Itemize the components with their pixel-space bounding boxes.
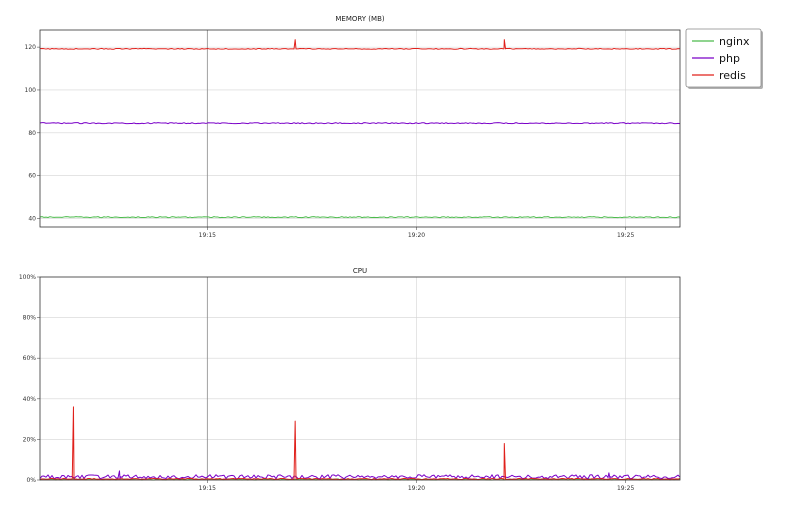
memory-y-tick-label: 120 <box>25 44 37 51</box>
memory-x-tick-label: 19:25 <box>617 232 634 239</box>
legend-label-nginx: nginx <box>719 35 750 48</box>
cpu-title: CPU <box>353 267 367 275</box>
memory-series-php <box>39 122 681 125</box>
memory-series-redis <box>39 39 681 50</box>
cpu-plot-frame <box>39 276 681 481</box>
cpu-y-tick-label: 40% <box>23 396 37 403</box>
memory-x-tick-label: 19:20 <box>408 232 425 239</box>
cpu-y-tick-label: 0% <box>26 477 36 484</box>
cpu-y-tick-label: 60% <box>23 355 37 362</box>
memory-y-tick-label: 40 <box>28 215 36 222</box>
legend-label-redis: redis <box>719 69 746 82</box>
memory-y-tick-label: 60 <box>28 173 36 180</box>
legend-label-php: php <box>719 52 740 65</box>
memory-series-nginx <box>39 216 681 219</box>
cpu-series-php <box>39 470 681 480</box>
memory-y-tick-label: 100 <box>25 87 37 94</box>
cpu-chart: CPU 0% 20% 40% 60% 80% 100% 19:15 19:20 19:25 <box>19 267 681 492</box>
memory-chart: MEMORY (MB) 40 60 80 100 120 19:15 19:20 19:25 <box>25 15 681 239</box>
memory-x-tick-label: 19:15 <box>199 232 216 239</box>
memory-y-tick-label: 80 <box>28 130 36 137</box>
cpu-y-tick-label: 20% <box>23 436 37 443</box>
cpu-y-tick-label: 100% <box>19 274 36 281</box>
cpu-x-tick-label: 19:25 <box>617 485 634 492</box>
chart-figure: MEMORY (MB) 40 60 80 100 120 19:15 19:20 19:25 CP… <box>0 0 800 505</box>
cpu-y-tick-label: 80% <box>23 315 37 322</box>
legend: nginx php redis <box>685 28 763 89</box>
memory-plot-frame <box>39 29 681 228</box>
cpu-x-tick-label: 19:20 <box>408 485 425 492</box>
chart-canvas: MEMORY (MB)40608010012019:15 19:20 19:25CP… <box>19 15 763 492</box>
memory-title: MEMORY (MB) <box>335 15 385 23</box>
cpu-series-redis <box>39 406 681 481</box>
cpu-x-tick-label: 19:15 <box>199 485 216 492</box>
